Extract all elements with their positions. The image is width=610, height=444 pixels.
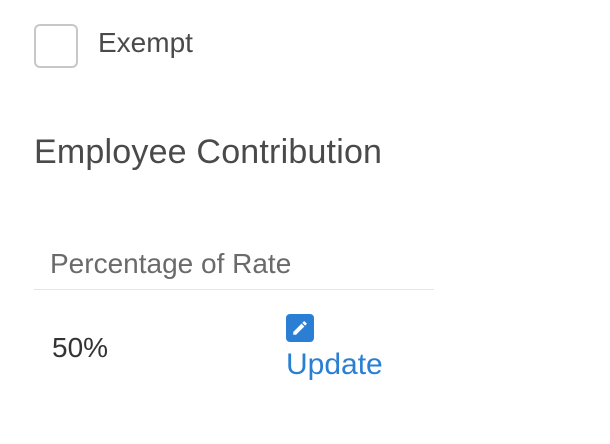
- percentage-value: 50%: [52, 332, 109, 363]
- exempt-checkbox[interactable]: [34, 24, 78, 68]
- exempt-row: Exempt: [34, 24, 193, 68]
- table-row: 50% Update: [34, 290, 434, 390]
- edit-icon[interactable]: [286, 314, 314, 342]
- contribution-table: Percentage of Rate 50% Update: [34, 244, 434, 390]
- column-header-percentage: Percentage of Rate: [34, 244, 434, 290]
- section-title: Employee Contribution: [34, 133, 383, 171]
- update-button[interactable]: Update: [286, 314, 383, 382]
- update-label[interactable]: Update: [286, 348, 383, 382]
- exempt-label: Exempt: [98, 27, 193, 58]
